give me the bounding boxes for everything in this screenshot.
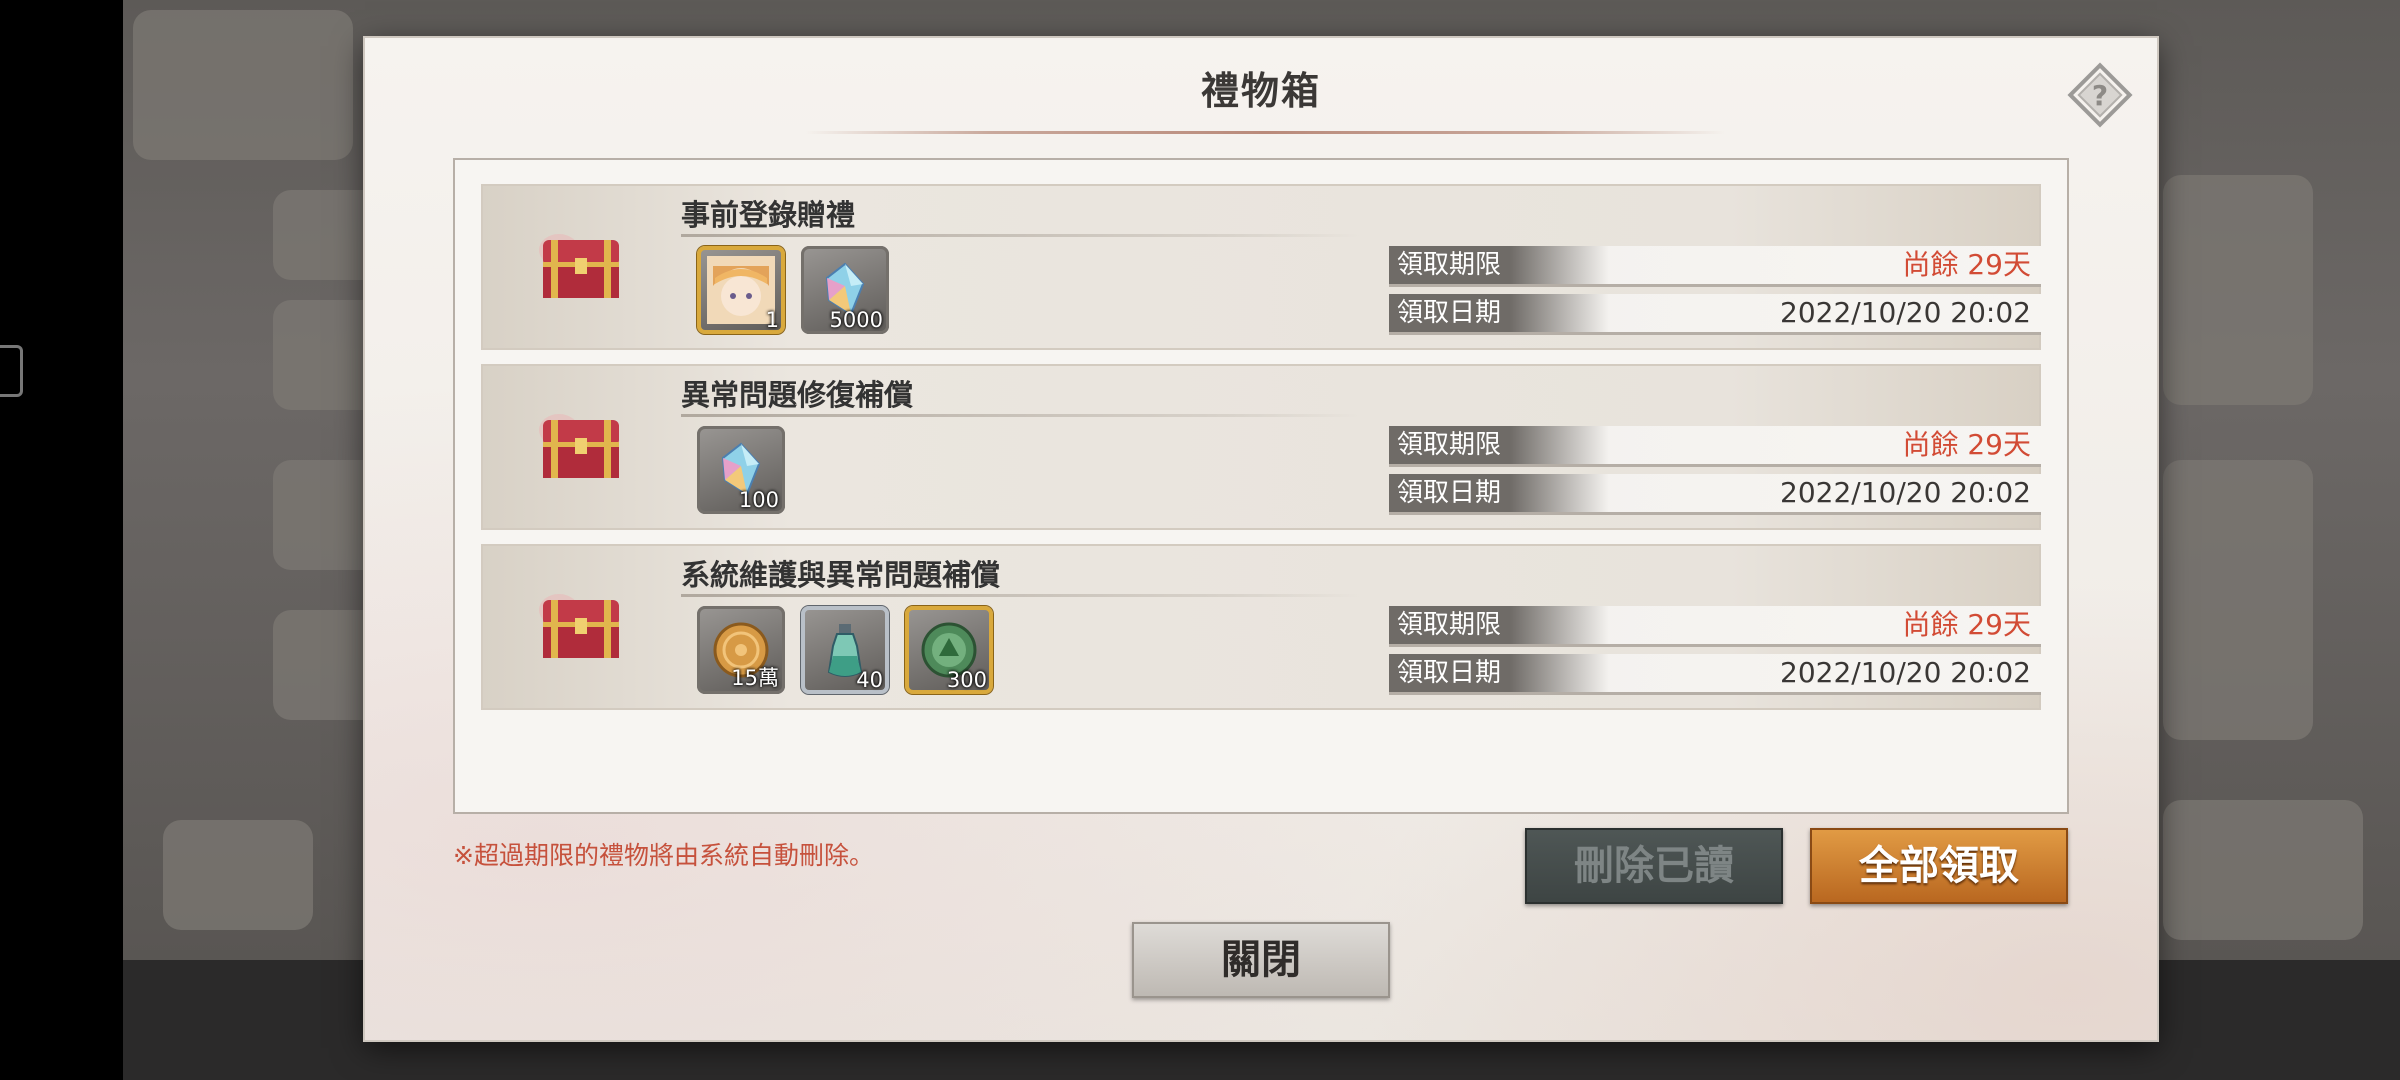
- deadline-label: 領取期限: [1389, 246, 1609, 284]
- gift-title: 系統維護與異常問題補償: [681, 558, 1001, 592]
- gift-title: 異常問題修復補償: [681, 378, 914, 412]
- item-quantity: 40: [856, 668, 883, 692]
- date-label: 領取日期: [1389, 294, 1609, 332]
- date-label: 領取日期: [1389, 654, 1609, 692]
- help-button[interactable]: ?: [2065, 60, 2135, 130]
- svg-text:?: ?: [2092, 79, 2108, 112]
- reward-item[interactable]: 5000: [801, 246, 889, 334]
- gift-title-underline: [681, 234, 1361, 237]
- deadline-value: 尚餘 29天: [1902, 608, 2031, 641]
- reward-item[interactable]: 100: [697, 426, 785, 514]
- item-quantity: 100: [738, 488, 779, 512]
- date-label: 領取日期: [1389, 474, 1609, 512]
- screen-edge-handle: [0, 345, 23, 397]
- date-value: 2022/10/20 20:02: [1780, 296, 2031, 329]
- item-quantity: 5000: [829, 308, 883, 332]
- item-quantity: 300: [946, 668, 987, 692]
- reward-items: 1 5000: [697, 246, 889, 334]
- close-button[interactable]: 關閉: [1132, 922, 1390, 998]
- gift-title-underline: [681, 594, 1361, 597]
- date-row: 領取日期 2022/10/20 20:02: [1389, 654, 2041, 695]
- gift-row[interactable]: 事前登錄贈禮 1 5000 領取期限 尚餘 29天 領取日期 2022/10/2…: [481, 184, 2041, 350]
- claim-all-button[interactable]: 全部領取: [1810, 828, 2068, 904]
- gift-title: 事前登錄贈禮: [681, 198, 856, 232]
- treasure-chest-icon: [539, 594, 619, 658]
- gift-row[interactable]: 異常問題修復補償 100 領取期限 尚餘 29天 領取日期 2022/10/20…: [481, 364, 2041, 530]
- question-mark-icon: ?: [2067, 62, 2133, 128]
- reward-items: 100: [697, 426, 785, 514]
- gift-title-underline: [681, 414, 1361, 417]
- deadline-value: 尚餘 29天: [1902, 248, 2031, 281]
- reward-item[interactable]: 40: [801, 606, 889, 694]
- deadline-label: 領取期限: [1389, 426, 1609, 464]
- deadline-row: 領取期限 尚餘 29天: [1389, 606, 2041, 647]
- gift-row[interactable]: 系統維護與異常問題補償 15萬 40 300 領取期限 尚餘 29天 領取日期 …: [481, 544, 2041, 710]
- deadline-label: 領取期限: [1389, 606, 1609, 644]
- date-value: 2022/10/20 20:02: [1780, 656, 2031, 689]
- item-quantity: 15萬: [731, 666, 779, 690]
- date-row: 領取日期 2022/10/20 20:02: [1389, 294, 2041, 335]
- expiry-note: ※超過期限的禮物將由系統自動刪除。: [453, 841, 874, 870]
- treasure-chest-icon: [539, 414, 619, 478]
- date-value: 2022/10/20 20:02: [1780, 476, 2031, 509]
- deadline-value: 尚餘 29天: [1902, 428, 2031, 461]
- date-row: 領取日期 2022/10/20 20:02: [1389, 474, 2041, 515]
- deadline-row: 領取期限 尚餘 29天: [1389, 246, 2041, 287]
- title-divider: [805, 131, 1725, 134]
- item-quantity: 1: [765, 308, 779, 332]
- gift-box-dialog: 禮物箱 ? 事前登錄贈禮 1 5000 領取期限 尚餘 29天 領取日期 202…: [365, 38, 2157, 1040]
- reward-item[interactable]: 1: [697, 246, 785, 334]
- dialog-title: 禮物箱: [1200, 68, 1321, 113]
- delete-read-button[interactable]: 刪除已讀: [1525, 828, 1783, 904]
- deadline-row: 領取期限 尚餘 29天: [1389, 426, 2041, 467]
- reward-item[interactable]: 15萬: [697, 606, 785, 694]
- reward-items: 15萬 40 300: [697, 606, 993, 694]
- reward-item[interactable]: 300: [905, 606, 993, 694]
- treasure-chest-icon: [539, 234, 619, 298]
- gift-list[interactable]: 事前登錄贈禮 1 5000 領取期限 尚餘 29天 領取日期 2022/10/2…: [453, 158, 2069, 814]
